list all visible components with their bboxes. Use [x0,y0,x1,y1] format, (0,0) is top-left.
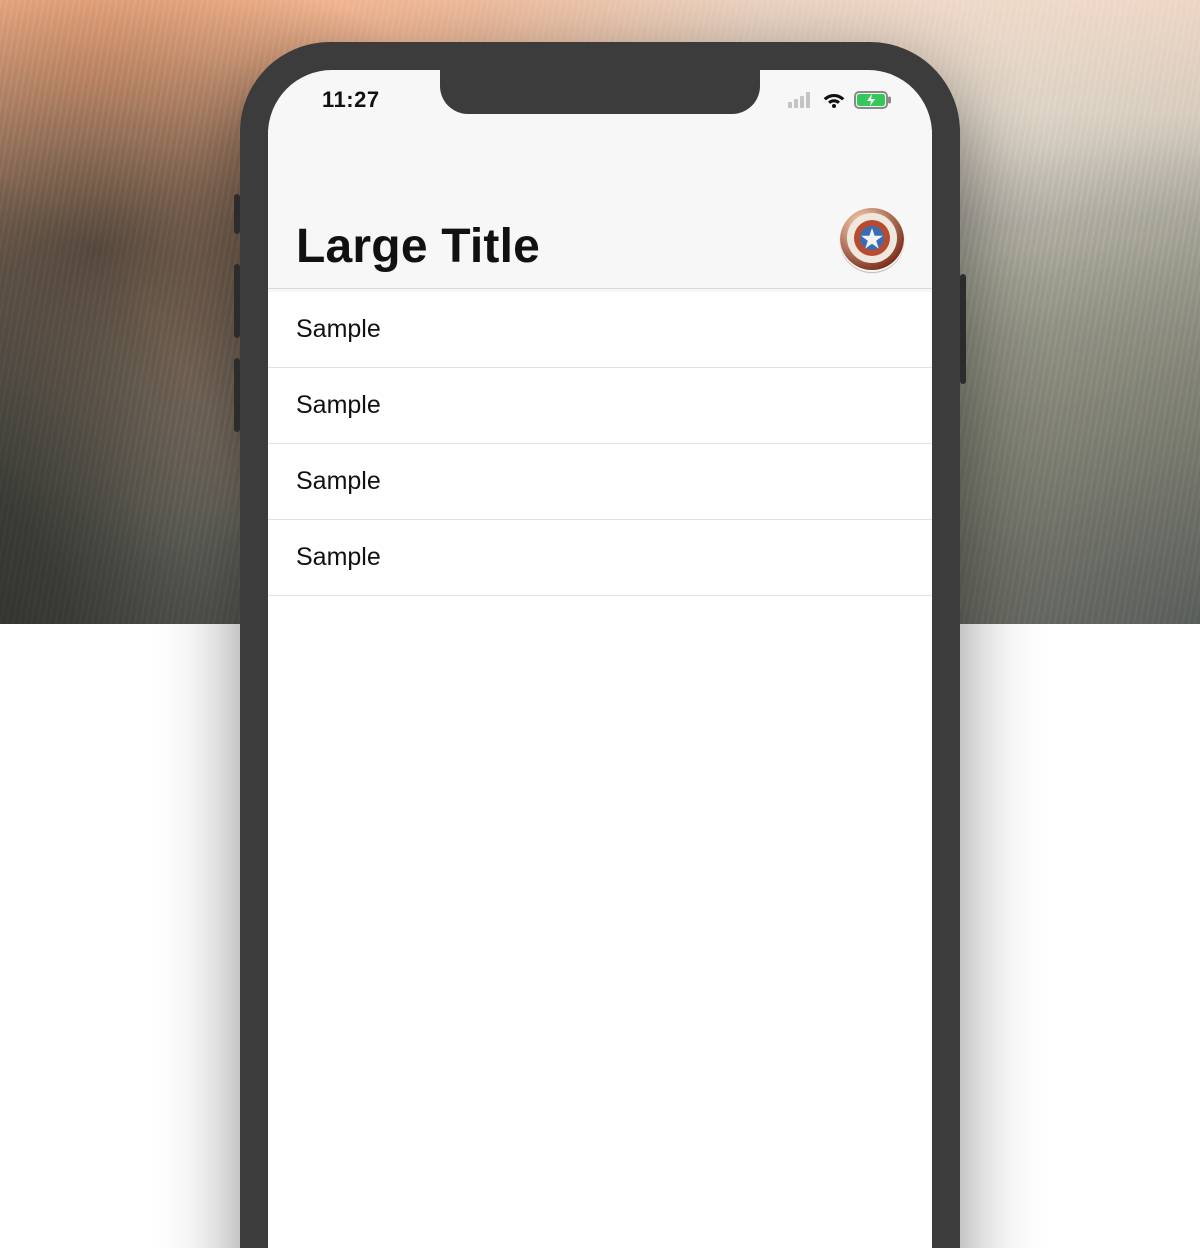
volume-up-button [234,264,240,338]
table-row-label: Sample [296,315,381,344]
shield-icon [840,208,904,272]
cellular-signal-icon [788,92,814,108]
iphone-frame: 11:27 [240,42,960,1248]
page-title: Large Title [296,219,540,274]
table-row-label: Sample [296,543,381,572]
volume-down-button [234,358,240,432]
wifi-icon [822,91,846,109]
table-row-label: Sample [296,391,381,420]
iphone-screen: 11:27 [268,70,932,1248]
table-row[interactable]: Sample [268,368,932,444]
battery-charging-icon [854,91,892,109]
side-power-button [960,274,966,384]
table-row-label: Sample [296,467,381,496]
iphone-notch [440,70,760,114]
profile-avatar-button[interactable] [840,208,904,272]
table-row[interactable]: Sample [268,292,932,368]
table-view[interactable]: Sample Sample Sample Sample [268,292,932,1248]
mute-switch [234,194,240,234]
table-row[interactable]: Sample [268,444,932,520]
navigation-bar: Large Title [268,130,932,289]
status-bar-time: 11:27 [322,87,380,113]
table-row[interactable]: Sample [268,520,932,596]
